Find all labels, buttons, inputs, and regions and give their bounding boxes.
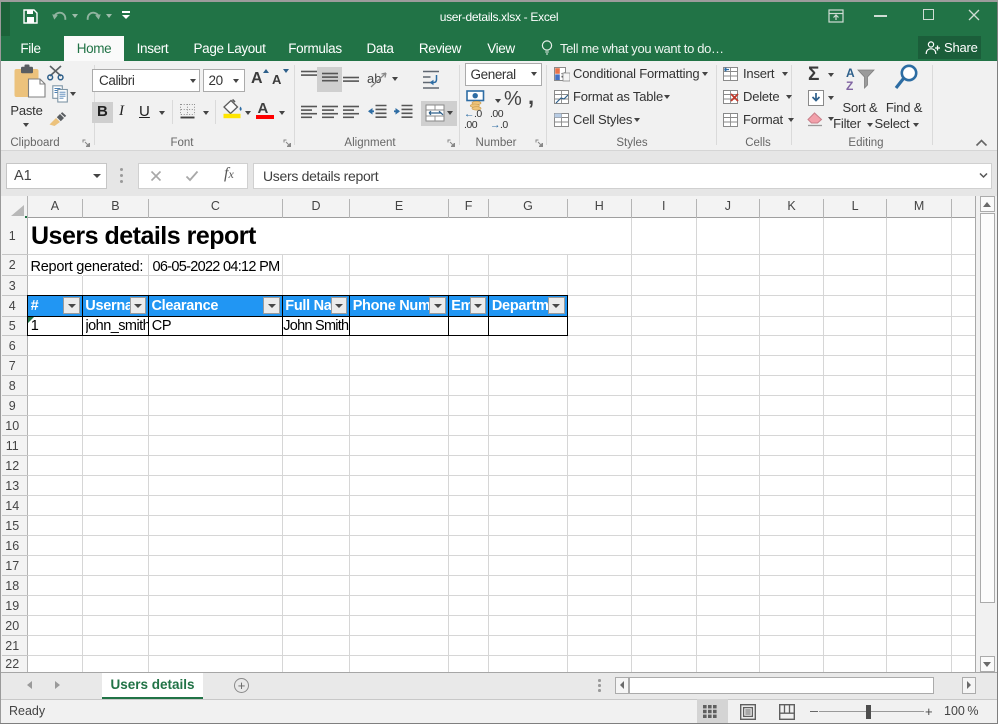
- svg-text:A: A: [846, 66, 855, 80]
- svg-text:Z: Z: [846, 79, 853, 92]
